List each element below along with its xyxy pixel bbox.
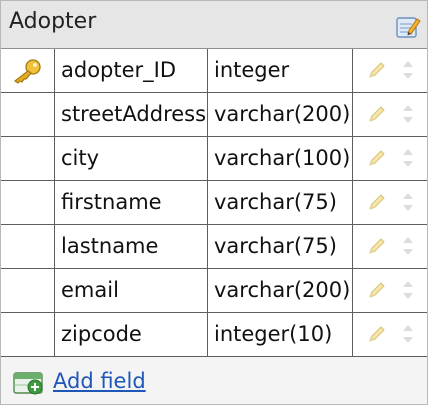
field-actions <box>353 181 427 224</box>
field-type: integer <box>208 49 353 92</box>
field-type: varchar(75) <box>208 225 353 268</box>
table-editor-panel: Adopter adopter_ID integer streetAddress va… <box>0 0 428 405</box>
field-type: varchar(200) <box>208 93 353 136</box>
field-row[interactable]: city varchar(100) <box>1 137 427 181</box>
edit-table-icon[interactable] <box>395 13 421 39</box>
field-row[interactable]: zipcode integer(10) <box>1 313 427 357</box>
field-name: streetAddress <box>55 93 208 136</box>
key-cell <box>1 93 55 136</box>
field-name: adopter_ID <box>55 49 208 92</box>
key-cell <box>1 225 55 268</box>
field-name: city <box>55 137 208 180</box>
key-icon <box>13 59 41 84</box>
table-footer: Add field <box>1 357 427 404</box>
field-row[interactable]: firstname varchar(75) <box>1 181 427 225</box>
field-row[interactable]: email varchar(200) <box>1 269 427 313</box>
field-actions <box>353 137 427 180</box>
add-field-icon[interactable] <box>13 371 45 395</box>
pencil-icon[interactable] <box>367 324 387 344</box>
pencil-icon[interactable] <box>367 236 387 256</box>
field-actions <box>353 269 427 312</box>
field-actions <box>353 313 427 356</box>
table-title: Adopter <box>9 9 97 34</box>
field-name: email <box>55 269 208 312</box>
fields-table: adopter_ID integer streetAddress varchar(20… <box>1 49 427 357</box>
field-type: varchar(200) <box>208 269 353 312</box>
field-row[interactable]: streetAddress varchar(200) <box>1 93 427 137</box>
pencil-icon[interactable] <box>367 192 387 212</box>
field-row[interactable]: lastname varchar(75) <box>1 225 427 269</box>
table-header: Adopter <box>1 1 427 49</box>
up-down-arrows-icon[interactable] <box>401 279 415 301</box>
field-actions <box>353 225 427 268</box>
up-down-arrows-icon[interactable] <box>401 59 415 81</box>
add-field-link[interactable]: Add field <box>53 369 146 393</box>
pencil-icon[interactable] <box>367 280 387 300</box>
field-type: varchar(75) <box>208 181 353 224</box>
field-type: integer(10) <box>208 313 353 356</box>
up-down-arrows-icon[interactable] <box>401 147 415 169</box>
field-name: firstname <box>55 181 208 224</box>
up-down-arrows-icon[interactable] <box>401 235 415 257</box>
key-cell <box>1 137 55 180</box>
pencil-icon[interactable] <box>367 148 387 168</box>
pencil-icon[interactable] <box>367 104 387 124</box>
field-name: zipcode <box>55 313 208 356</box>
field-type: varchar(100) <box>208 137 353 180</box>
key-cell <box>1 49 55 92</box>
field-name: lastname <box>55 225 208 268</box>
pencil-icon[interactable] <box>367 60 387 80</box>
key-cell <box>1 313 55 356</box>
up-down-arrows-icon[interactable] <box>401 323 415 345</box>
key-cell <box>1 269 55 312</box>
up-down-arrows-icon[interactable] <box>401 103 415 125</box>
field-actions <box>353 93 427 136</box>
field-actions <box>353 49 427 92</box>
up-down-arrows-icon[interactable] <box>401 191 415 213</box>
field-row[interactable]: adopter_ID integer <box>1 49 427 93</box>
key-cell <box>1 181 55 224</box>
